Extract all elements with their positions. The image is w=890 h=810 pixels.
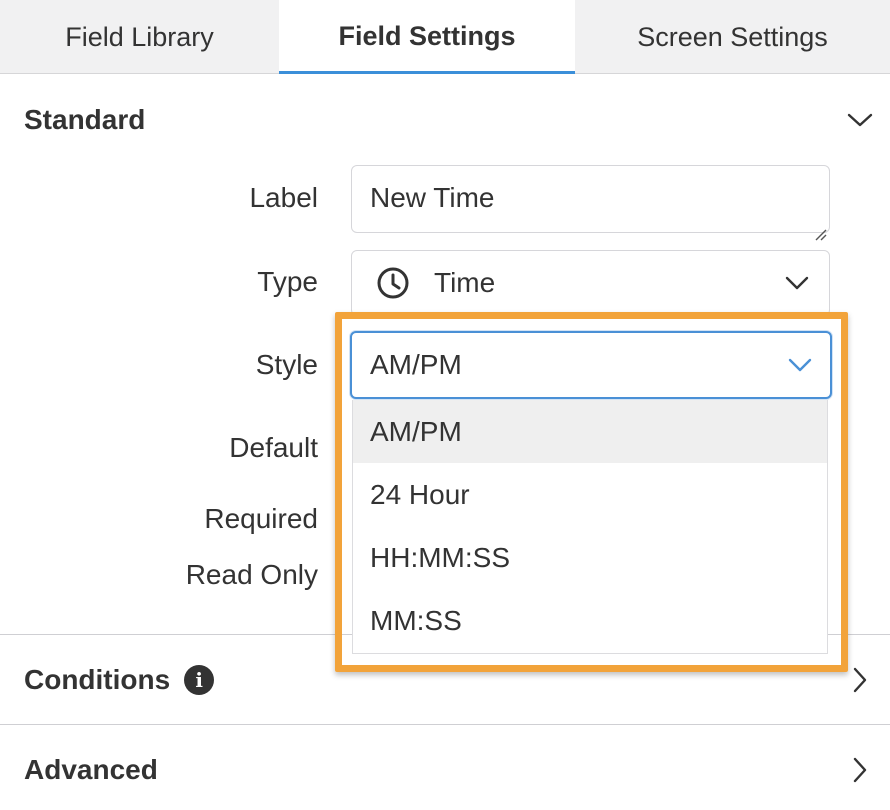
label-input[interactable]: New Time — [351, 165, 830, 241]
tab-field-settings[interactable]: Field Settings — [279, 0, 575, 74]
style-option-24-hour[interactable]: 24 Hour — [353, 463, 827, 526]
tab-screen-settings[interactable]: Screen Settings — [575, 0, 890, 74]
label-field-label: Label — [249, 182, 318, 213]
tab-bar: Field Library Field Settings Screen Sett… — [0, 0, 890, 74]
default-field-label: Default — [229, 432, 318, 463]
info-icon[interactable]: i — [184, 665, 215, 695]
chevron-down-icon — [788, 358, 812, 372]
conditions-title-text: Conditions — [24, 664, 171, 695]
style-field-label: Style — [255, 349, 318, 380]
clock-icon — [376, 266, 410, 300]
required-field-label: Required — [204, 503, 318, 534]
chevron-right-icon[interactable] — [844, 754, 876, 786]
advanced-section-header[interactable]: Advanced — [0, 742, 890, 798]
chevron-down-icon — [785, 276, 809, 290]
type-field-label: Type — [257, 266, 318, 297]
style-select-value: AM/PM — [370, 349, 462, 380]
chevron-right-icon[interactable] — [844, 664, 876, 696]
standard-section-title: Standard — [24, 104, 146, 135]
read-only-field-label: Read Only — [185, 559, 318, 590]
style-dropdown-menu: AM/PM 24 Hour HH:MM:SS MM:SS — [352, 400, 828, 654]
style-option-am-pm[interactable]: AM/PM — [353, 400, 827, 463]
type-select[interactable]: Time — [351, 250, 830, 316]
chevron-down-icon[interactable] — [844, 104, 876, 136]
style-option-mm-ss[interactable]: MM:SS — [353, 589, 827, 652]
type-select-value: Time — [434, 267, 496, 298]
standard-section-header[interactable]: Standard — [0, 92, 890, 148]
conditions-section-title: Conditions i — [24, 664, 215, 696]
field-settings-panel: Field Library Field Settings Screen Sett… — [0, 0, 890, 810]
label-input-value: New Time — [370, 182, 495, 213]
section-divider — [0, 724, 890, 725]
advanced-section-title: Advanced — [24, 754, 158, 785]
tab-field-library[interactable]: Field Library — [0, 0, 279, 74]
resize-handle-icon[interactable] — [813, 216, 827, 241]
style-option-hh-mm-ss[interactable]: HH:MM:SS — [353, 526, 827, 589]
style-select[interactable]: AM/PM — [350, 331, 832, 399]
